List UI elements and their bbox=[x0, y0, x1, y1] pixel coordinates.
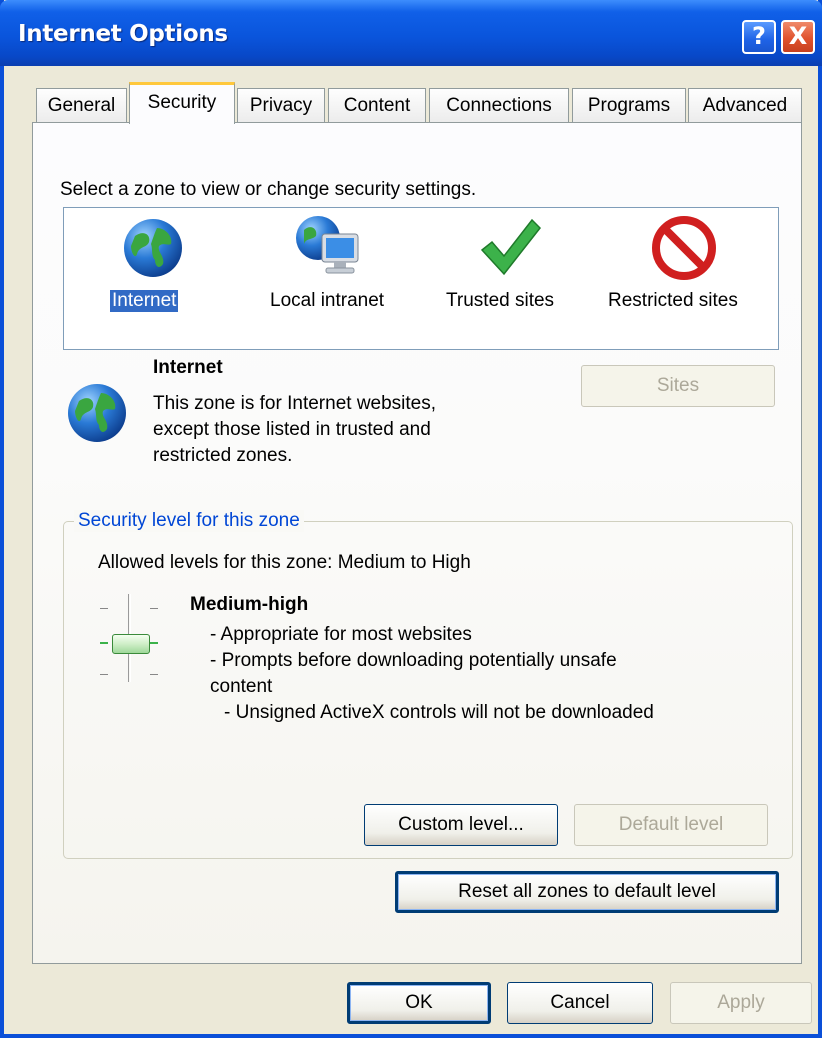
tab-advanced[interactable]: Advanced bbox=[688, 88, 802, 122]
cancel-button[interactable]: Cancel bbox=[507, 982, 653, 1024]
tab-security[interactable]: Security bbox=[129, 82, 235, 124]
selected-zone-name: Internet bbox=[153, 357, 223, 378]
tab-content[interactable]: Content bbox=[328, 88, 426, 122]
security-level-name: Medium-high bbox=[190, 594, 309, 615]
sites-button[interactable]: Sites bbox=[581, 365, 775, 407]
window-title: Internet Options bbox=[18, 21, 228, 47]
selected-zone-globe-icon bbox=[68, 384, 126, 442]
tab-programs[interactable]: Programs bbox=[572, 88, 686, 122]
zone-trusted-sites[interactable]: Trusted sites bbox=[438, 208, 578, 338]
zone-local-intranet[interactable]: Local intranet bbox=[260, 208, 400, 338]
close-button[interactable]: X bbox=[781, 20, 815, 54]
level-bullet-2: - Prompts before downloading potentially… bbox=[210, 650, 617, 671]
custom-level-button[interactable]: Custom level... bbox=[364, 804, 558, 846]
help-button[interactable]: ? bbox=[742, 20, 776, 54]
security-level-slider[interactable] bbox=[94, 594, 164, 686]
zone-description-line-1: This zone is for Internet websites, bbox=[153, 393, 437, 414]
reset-all-zones-button[interactable]: Reset all zones to default level bbox=[395, 871, 779, 913]
slider-thumb[interactable] bbox=[112, 634, 150, 654]
zone-instruction: Select a zone to view or change security… bbox=[60, 179, 477, 200]
allowed-levels-text: Allowed levels for this zone: Medium to … bbox=[98, 552, 471, 573]
internet-options-window: Internet Options ? X General Security Pr… bbox=[0, 0, 822, 1038]
intranet-icon bbox=[296, 216, 359, 274]
checkmark-icon bbox=[480, 218, 541, 276]
security-level-group: Security level for this zone Allowed lev… bbox=[63, 510, 793, 859]
zone-restricted-sites[interactable]: Restricted sites bbox=[604, 208, 764, 338]
zone-label-local-intranet: Local intranet bbox=[270, 290, 385, 311]
zone-label-restricted-sites: Restricted sites bbox=[608, 290, 738, 311]
security-tab-panel: Select a zone to view or change security… bbox=[32, 122, 802, 964]
zone-label-internet: Internet bbox=[108, 289, 180, 313]
zone-list: Internet Local intranet Trusted sites Re… bbox=[63, 207, 779, 350]
default-level-button[interactable]: Default level bbox=[574, 804, 768, 846]
globe-icon bbox=[124, 219, 182, 277]
title-bar[interactable]: Internet Options ? X bbox=[0, 0, 822, 66]
level-bullet-2-continued: content bbox=[210, 676, 273, 697]
tab-connections[interactable]: Connections bbox=[429, 88, 569, 122]
ok-button[interactable]: OK bbox=[347, 982, 491, 1024]
restricted-icon bbox=[652, 216, 716, 280]
zone-label-trusted-sites: Trusted sites bbox=[446, 290, 555, 311]
tab-privacy[interactable]: Privacy bbox=[237, 88, 325, 122]
level-bullet-3: - Unsigned ActiveX controls will not be … bbox=[224, 702, 654, 723]
tab-general[interactable]: General bbox=[36, 88, 127, 122]
zone-description-line-3: restricted zones. bbox=[153, 445, 293, 466]
level-bullet-1: - Appropriate for most websites bbox=[210, 624, 472, 645]
zone-internet[interactable]: Internet bbox=[94, 208, 214, 338]
security-level-legend: Security level for this zone bbox=[74, 510, 304, 532]
zone-description-line-2: except those listed in trusted and bbox=[153, 419, 431, 440]
apply-button[interactable]: Apply bbox=[670, 982, 812, 1024]
